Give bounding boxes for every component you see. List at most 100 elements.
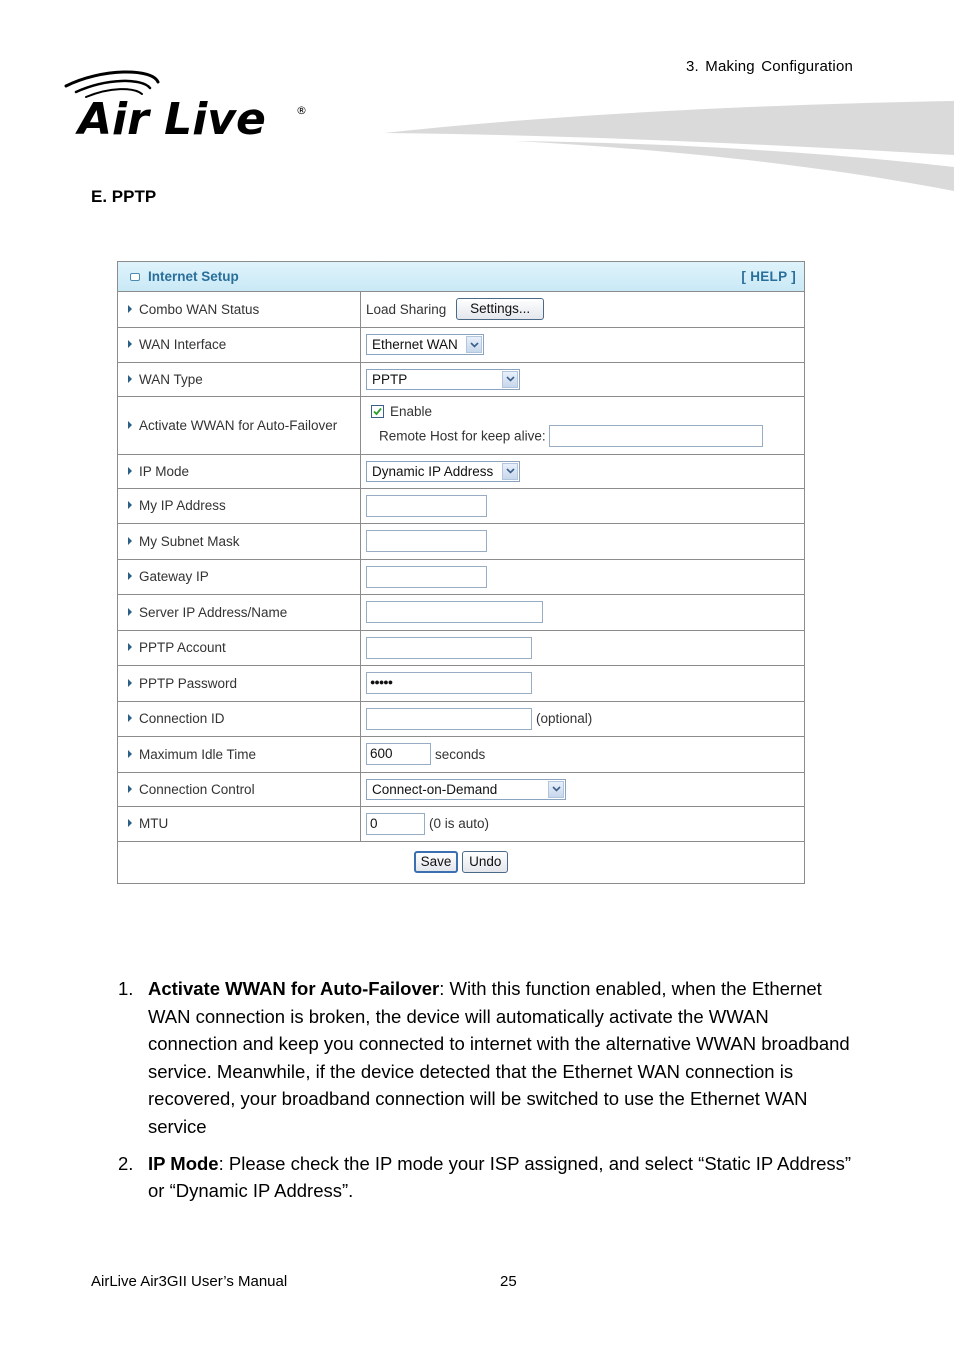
- row-arrow-icon: [128, 784, 132, 793]
- row-arrow-icon: [128, 714, 132, 722]
- airlive-logo: Air Live ®: [64, 70, 307, 140]
- panel-bullet-icon: [130, 272, 140, 281]
- item-term: Activate WWAN for Auto-Failover: [148, 978, 440, 999]
- item-number: 1.: [118, 978, 134, 999]
- combo-wan-status-value: Load Sharing: [366, 301, 447, 317]
- idle-time-input[interactable]: 600: [366, 743, 431, 765]
- label: PPTP Password: [139, 675, 238, 691]
- seconds-unit: seconds: [435, 746, 486, 762]
- row-arrow-icon: [128, 536, 132, 545]
- connection-control-select[interactable]: Connect-on-Demand: [366, 778, 566, 800]
- row-arrow-icon: [128, 607, 132, 616]
- row-arrow-icon: [128, 678, 132, 687]
- row-connection-id: Connection ID (optional): [118, 700, 804, 736]
- row-arrow-icon: [128, 374, 132, 383]
- item-number: 2.: [118, 1152, 134, 1174]
- row-gateway-ip: Gateway IP: [118, 558, 804, 594]
- enable-label: Enable: [390, 403, 433, 419]
- row-my-subnet-mask: My Subnet Mask: [118, 522, 804, 559]
- settings-button[interactable]: Settings...: [456, 298, 545, 321]
- label: Combo WAN Status: [139, 301, 260, 317]
- selected-value: Connect-on-Demand: [372, 781, 498, 797]
- row-wan-type: WAN Type PPTP: [118, 361, 804, 396]
- row-connection-control: Connection Control Connect-on-Demand: [118, 771, 804, 806]
- label: Connection Control: [139, 781, 255, 797]
- logo-wordmark: Air Live: [75, 94, 266, 140]
- gateway-ip-input[interactable]: [366, 565, 487, 588]
- selected-value: Ethernet WAN: [372, 337, 458, 352]
- row-arrow-icon: [128, 420, 132, 429]
- selected-value: PPTP: [372, 371, 408, 387]
- row-pptp-password: PPTP Password ●●●●●: [118, 664, 804, 701]
- row-arrow-icon: [128, 819, 132, 827]
- connection-id-input[interactable]: [366, 707, 532, 730]
- label: Connection ID: [139, 711, 225, 726]
- pptp-password-input[interactable]: ●●●●●: [366, 672, 532, 694]
- help-link[interactable]: [ HELP ]: [741, 269, 796, 284]
- panel-title: Internet Setup: [148, 269, 239, 284]
- row-pptp-account: PPTP Account: [118, 629, 804, 665]
- label: Server IP Address/Name: [139, 604, 288, 620]
- registered-mark: ®: [296, 104, 307, 117]
- label: MTU: [139, 816, 169, 831]
- list-item: 1. Activate WWAN for Auto-Failover: With…: [118, 975, 868, 1141]
- label: Gateway IP: [139, 569, 209, 584]
- row-arrow-icon: [128, 643, 132, 651]
- mtu-input[interactable]: 0: [366, 812, 425, 835]
- row-combo-wan-status: Combo WAN Status Load Sharing Settings..…: [118, 292, 804, 327]
- chapter-heading: 3. Making Configuration: [686, 58, 854, 75]
- row-mtu: MTU 0 (0 is auto): [118, 805, 804, 841]
- notes-list: 1. Activate WWAN for Auto-Failover: With…: [118, 975, 868, 1214]
- pptp-account-input[interactable]: [366, 636, 532, 659]
- row-arrow-icon: [128, 466, 132, 475]
- row-auto-failover: Activate WWAN for Auto-Failover Enable R…: [118, 395, 804, 454]
- save-button[interactable]: Save: [413, 851, 459, 874]
- wan-type-select[interactable]: PPTP: [366, 368, 520, 390]
- item-term: IP Mode: [148, 1152, 219, 1174]
- wan-interface-select[interactable]: Ethernet WAN: [366, 334, 484, 355]
- row-my-ip-address: My IP Address: [118, 487, 804, 523]
- row-max-idle-time: Maximum Idle Time 600 seconds: [118, 735, 804, 772]
- row-arrow-icon: [128, 572, 132, 580]
- undo-button[interactable]: Undo: [462, 851, 509, 874]
- chevron-down-icon: [502, 370, 518, 388]
- label: My IP Address: [139, 498, 226, 513]
- row-arrow-icon: [128, 340, 132, 348]
- label: My Subnet Mask: [139, 533, 240, 549]
- optional-note: (optional): [536, 711, 593, 726]
- row-ip-mode: IP Mode Dynamic IP Address: [118, 453, 804, 488]
- row-arrow-icon: [128, 304, 132, 313]
- ip-mode-select[interactable]: Dynamic IP Address: [366, 460, 520, 482]
- list-item: 2. IP Mode: Please check the IP mode you…: [118, 1150, 868, 1205]
- chevron-down-icon: [466, 336, 482, 353]
- page-number: 25: [500, 1273, 517, 1290]
- my-ip-input[interactable]: [366, 494, 487, 517]
- mtu-note: (0 is auto): [429, 816, 490, 831]
- server-ip-input[interactable]: [366, 601, 543, 623]
- internet-setup-panel: Internet Setup [ HELP ] Combo WAN Status…: [117, 261, 805, 884]
- item-text: : With this function enabled, when the E…: [148, 978, 850, 1137]
- row-wan-interface: WAN Interface Ethernet WAN: [118, 326, 804, 362]
- footer-manual-title: AirLive Air3GII User’s Manual: [91, 1273, 288, 1290]
- item-text: : Please check the IP mode your ISP assi…: [148, 1152, 852, 1202]
- row-arrow-icon: [128, 749, 132, 758]
- label: IP Mode: [139, 463, 190, 479]
- label: PPTP Account: [139, 640, 226, 655]
- remote-host-label: Remote Host for keep alive:: [379, 428, 546, 443]
- label: WAN Interface: [139, 337, 227, 352]
- row-arrow-icon: [128, 501, 132, 509]
- row-server-ip: Server IP Address/Name: [118, 593, 804, 630]
- chevron-down-icon: [502, 462, 518, 480]
- subnet-mask-input[interactable]: [366, 530, 487, 552]
- label: Maximum Idle Time: [139, 746, 257, 762]
- label: Activate WWAN for Auto-Failover: [139, 417, 338, 433]
- chevron-down-icon: [548, 780, 564, 798]
- enable-checkbox[interactable]: [371, 404, 384, 418]
- selected-value: Dynamic IP Address: [372, 463, 494, 479]
- decorative-swoosh: [384, 101, 954, 191]
- remote-host-input[interactable]: [549, 424, 764, 447]
- label: WAN Type: [139, 371, 203, 387]
- row-actions: Save Undo: [118, 840, 804, 883]
- panel-header: Internet Setup [ HELP ]: [118, 262, 804, 292]
- section-title: E. PPTP: [91, 187, 157, 206]
